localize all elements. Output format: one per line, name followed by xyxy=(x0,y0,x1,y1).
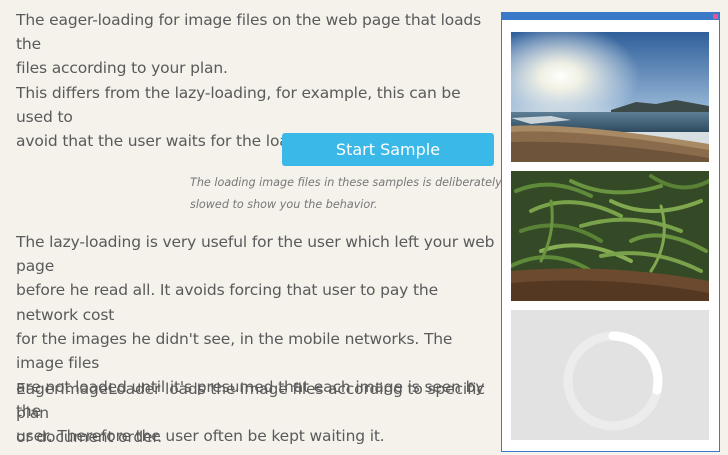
start-sample-button[interactable]: Start Sample xyxy=(282,133,494,166)
loading-placeholder xyxy=(511,310,709,440)
eager-loader-paragraph: EagerImageLoader loads the image files a… xyxy=(16,380,489,455)
sample-frame xyxy=(501,12,720,452)
sample-note: The loading image files in these samples… xyxy=(190,176,502,211)
close-icon[interactable] xyxy=(713,14,718,19)
loading-spinner-icon xyxy=(563,331,663,431)
intro-paragraph: The eager-loading for image files on the… xyxy=(16,11,482,151)
green-beans-image xyxy=(511,171,709,301)
frame-title-bar xyxy=(502,13,719,20)
beach-image xyxy=(511,32,709,162)
